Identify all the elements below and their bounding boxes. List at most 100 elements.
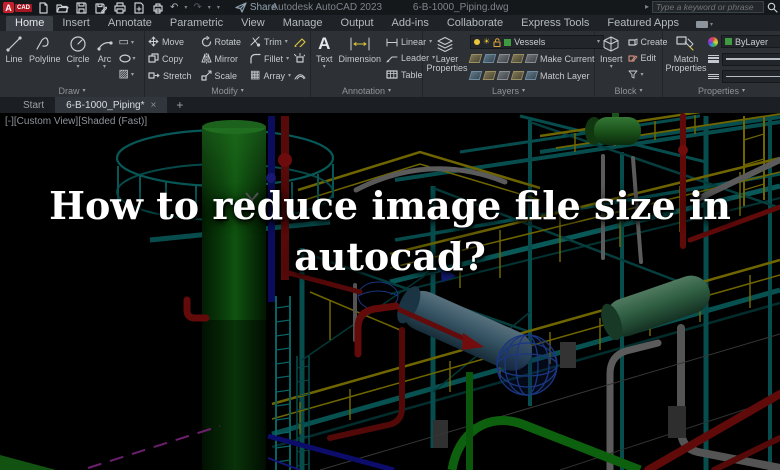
tab-view[interactable]: View bbox=[232, 16, 274, 31]
rectangle-icon: ▭ bbox=[118, 36, 129, 48]
mirror-tool[interactable]: Mirror bbox=[201, 51, 242, 66]
quick-access-toolbar: ↶ ▾ ↷ ▾ ▾ Share bbox=[37, 1, 277, 14]
layer-select-value: Vessels bbox=[514, 37, 546, 47]
tab-home[interactable]: Home bbox=[6, 16, 54, 31]
tab-annotate[interactable]: Annotate bbox=[99, 16, 161, 31]
layer-properties-tool[interactable]: Layer Properties bbox=[426, 33, 468, 84]
match-properties-tool[interactable]: Match Properties bbox=[666, 33, 707, 84]
text-tool[interactable]: A Text ▾ bbox=[314, 33, 335, 84]
panel-label-annotation[interactable]: Annotation ▾ bbox=[311, 84, 422, 97]
ellipse-tool[interactable]: ▾ bbox=[118, 54, 136, 63]
tab-parametric[interactable]: Parametric bbox=[161, 16, 232, 31]
new-file-button[interactable] bbox=[37, 1, 50, 14]
drawing-viewport[interactable]: [-] [Custom View] [Shaded (Fast)] How to… bbox=[0, 113, 780, 470]
explode-tool[interactable] bbox=[294, 53, 306, 64]
polyline-tool[interactable]: Polyline bbox=[27, 33, 63, 84]
undo-dropdown[interactable]: ▾ bbox=[184, 5, 187, 11]
tab-collaborate[interactable]: Collaborate bbox=[438, 16, 512, 31]
panel-label-block[interactable]: Block ▾ bbox=[595, 84, 662, 97]
color-value: ByLayer bbox=[735, 36, 769, 47]
copy-tool[interactable]: Copy bbox=[148, 51, 192, 66]
tab-featured-apps[interactable]: Featured Apps bbox=[598, 16, 688, 31]
layer-unisolate-icon[interactable] bbox=[482, 54, 497, 63]
panel-label-properties[interactable]: Properties ▾ bbox=[663, 84, 780, 97]
tab-insert[interactable]: Insert bbox=[53, 16, 99, 31]
redo-dropdown[interactable]: ▾ bbox=[208, 5, 211, 11]
insert-block-tool[interactable]: Insert ▾ bbox=[598, 33, 625, 84]
file-tab-document[interactable]: 6-B-1000_Piping* × bbox=[55, 97, 168, 113]
fillet-tool[interactable]: Fillet ▾ bbox=[250, 51, 291, 66]
create-block-tool[interactable]: Create bbox=[627, 35, 668, 50]
title-line-1: How to reduce image file size in bbox=[49, 183, 731, 228]
autocad-logo[interactable]: A CAD bbox=[3, 2, 32, 13]
fillet-icon bbox=[250, 53, 261, 64]
circle-tool[interactable]: Circle ▾ bbox=[65, 33, 92, 84]
new-tab-button[interactable]: + bbox=[167, 97, 192, 113]
arc-icon bbox=[96, 41, 113, 51]
make-current-button[interactable]: Make Current bbox=[524, 51, 595, 66]
ellipse-icon bbox=[118, 54, 131, 63]
hatch-tool[interactable]: ▨ ▾ bbox=[119, 69, 136, 80]
help-search: ▸ bbox=[645, 1, 778, 13]
stretch-tool[interactable]: Stretch bbox=[148, 68, 192, 83]
share-button[interactable]: Share bbox=[235, 2, 277, 13]
tab-add-ins[interactable]: Add-ins bbox=[383, 16, 438, 31]
trim-tool[interactable]: Trim ▾ bbox=[250, 34, 291, 49]
viewport-visual-style-control[interactable]: [Shaded (Fast)] bbox=[78, 116, 147, 127]
erase-tool[interactable] bbox=[294, 37, 306, 48]
rotate-tool[interactable]: Rotate bbox=[201, 34, 241, 49]
layer-freeze-icon[interactable] bbox=[496, 54, 511, 63]
search-input[interactable] bbox=[652, 1, 764, 13]
layer-off-icon[interactable] bbox=[510, 54, 525, 63]
file-tab-start[interactable]: Start bbox=[12, 97, 55, 113]
plot-button[interactable] bbox=[113, 1, 126, 14]
document-title: 6-B-1000_Piping.dwg bbox=[412, 2, 509, 13]
search-icon[interactable] bbox=[767, 2, 778, 13]
viewport-view-control[interactable]: [Custom View] bbox=[14, 116, 78, 127]
rotate-icon bbox=[201, 36, 211, 47]
tab-output[interactable]: Output bbox=[332, 16, 383, 31]
array-tool[interactable]: ▦ Array ▾ bbox=[250, 68, 291, 83]
dimension-tool[interactable]: Dimension bbox=[337, 33, 384, 84]
layer-walk-icon[interactable] bbox=[496, 71, 511, 80]
scale-tool[interactable]: Scale bbox=[200, 68, 242, 83]
open-folder-icon bbox=[56, 3, 69, 13]
search-expand-arrow[interactable]: ▸ bbox=[645, 3, 649, 11]
publish-button[interactable] bbox=[132, 1, 145, 14]
lineweight-select[interactable]: ByLayer bbox=[722, 52, 780, 66]
ribbon-display-toggle[interactable]: ▾ bbox=[695, 21, 713, 31]
close-tab-icon[interactable]: × bbox=[151, 100, 157, 111]
match-layer-button[interactable]: Match Layer bbox=[524, 68, 590, 83]
save-as-button[interactable] bbox=[94, 2, 107, 14]
redo-button[interactable]: ↷ bbox=[193, 2, 201, 13]
arc-tool[interactable]: Arc ▾ bbox=[94, 33, 116, 84]
tab-manage[interactable]: Manage bbox=[274, 16, 332, 31]
linetype-select[interactable]: ByLayer bbox=[722, 70, 780, 83]
panel-label-draw[interactable]: Draw ▾ bbox=[0, 84, 144, 97]
edit-block-tool[interactable]: Edit bbox=[627, 51, 668, 66]
save-button[interactable] bbox=[75, 1, 88, 14]
autocad-logo-icon: A bbox=[3, 2, 14, 13]
move-tool[interactable]: Move bbox=[148, 34, 192, 49]
offset-tool[interactable] bbox=[294, 70, 306, 80]
line-tool[interactable]: Line bbox=[3, 33, 25, 84]
block-attributes-tool[interactable]: ▾ bbox=[628, 67, 668, 82]
ribbon-toggle-icon bbox=[695, 21, 708, 28]
panel-label-layers[interactable]: Layers ▾ bbox=[423, 84, 594, 97]
open-file-button[interactable] bbox=[56, 2, 69, 14]
linetype-icon bbox=[708, 73, 719, 80]
layer-vpfreeze-icon[interactable] bbox=[510, 71, 525, 80]
undo-button[interactable]: ↶ bbox=[170, 2, 178, 13]
rectangle-tool[interactable]: ▭ ▾ bbox=[119, 37, 136, 48]
viewport-menu-control[interactable]: [-] bbox=[5, 116, 14, 127]
qat-customize-dropdown[interactable]: ▾ bbox=[217, 5, 220, 11]
layer-isolate-icon[interactable] bbox=[468, 54, 483, 63]
layer-select[interactable]: ☀ Vessels ▾ bbox=[470, 35, 604, 49]
erase-icon bbox=[294, 38, 306, 48]
tab-express-tools[interactable]: Express Tools bbox=[512, 16, 598, 31]
layer-unlock2-icon[interactable] bbox=[482, 71, 497, 80]
layer-lock-icon[interactable] bbox=[468, 71, 483, 80]
panel-label-modify[interactable]: Modify ▾ bbox=[145, 84, 310, 97]
object-color-select[interactable]: ByLayer ▾ bbox=[721, 35, 780, 48]
print-button[interactable] bbox=[151, 2, 164, 14]
